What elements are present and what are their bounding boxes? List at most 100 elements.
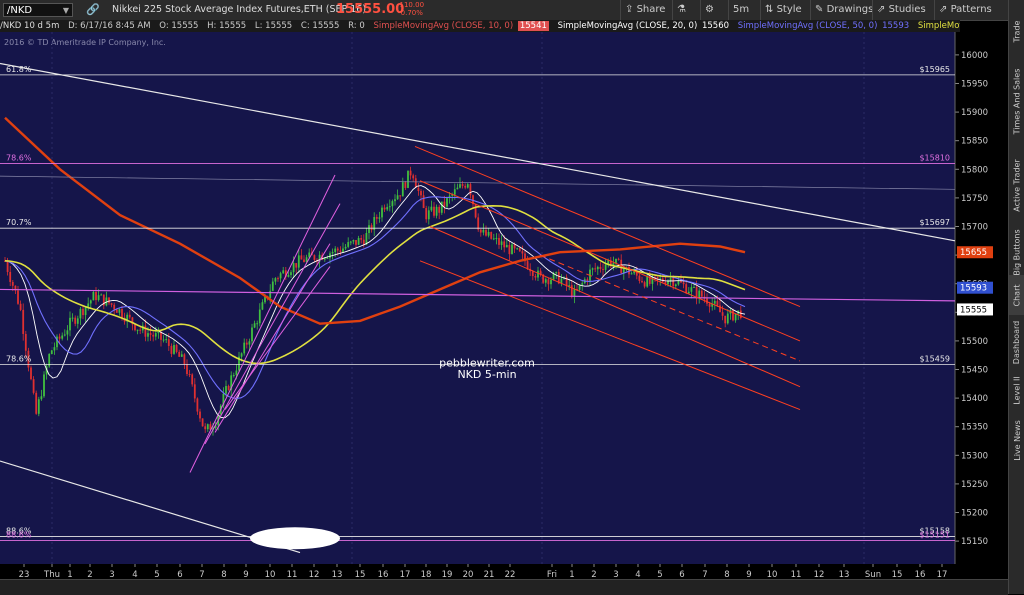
candle-body: [581, 283, 584, 285]
candle-body: [685, 284, 688, 294]
sidebar-tab-trade[interactable]: Trade: [1009, 0, 1024, 62]
bar-date: D: 6/17/16 8:45 AM: [68, 21, 151, 31]
candle-body: [108, 297, 110, 304]
sidebar: Trade Times And Sales Active Trader Big But…: [1008, 0, 1024, 594]
candle-body: [162, 339, 165, 341]
close-value: C: 15555: [300, 21, 340, 31]
share-button[interactable]: ⇪ Share: [620, 0, 669, 20]
candle-body: [342, 248, 344, 253]
candle-body: [292, 263, 295, 273]
candle-body: [269, 290, 272, 299]
candle-body: [383, 207, 386, 210]
candle-body: [375, 217, 378, 219]
candle-body: [453, 189, 456, 195]
candle-body: [352, 240, 355, 242]
candle-body: [544, 279, 547, 283]
link-icon[interactable]: 🔗: [86, 3, 100, 16]
interval-button[interactable]: 5m: [728, 0, 753, 20]
candle-body: [261, 302, 264, 310]
candle-body: [443, 201, 446, 207]
flask-icon[interactable]: ⚗: [672, 0, 690, 20]
candle-body: [724, 315, 727, 324]
candle-body: [477, 217, 480, 230]
candle-body: [277, 278, 279, 280]
sma50-value: 15593: [882, 21, 910, 31]
candle-body: [394, 199, 396, 202]
candle-body: [396, 195, 399, 200]
candle-body: [511, 244, 513, 255]
change-value: -110.00: [397, 1, 425, 9]
candle-body: [256, 323, 259, 325]
candle-body: [71, 317, 74, 319]
y-tick-label: 15150: [961, 537, 988, 547]
patterns-button[interactable]: ⇗ Patterns: [934, 0, 996, 20]
sidebar-tab-chart[interactable]: Chart: [1009, 275, 1024, 315]
candle-body: [485, 229, 487, 236]
x-tick-label: 3: [109, 570, 114, 579]
x-tick-label: 20: [463, 570, 474, 579]
symbol-selector[interactable]: /NKD ▼: [3, 3, 73, 17]
x-tick-label: 17: [400, 570, 411, 579]
sidebar-tab-dashboard[interactable]: Dashboard: [1009, 315, 1024, 370]
price-badge-value: 15593: [960, 284, 987, 294]
fib-level-label: 88.6%: [6, 531, 32, 540]
candle-body: [492, 238, 495, 240]
candle-body: [139, 329, 142, 331]
fib-price-label: $15459: [919, 354, 950, 363]
candle-body: [604, 264, 607, 270]
sidebar-tab-level-ii[interactable]: Level II: [1009, 370, 1024, 410]
fib-price-label: $15810: [919, 154, 950, 163]
candle-body: [381, 207, 383, 218]
candle-body: [339, 250, 342, 253]
x-tick-label: 4: [132, 570, 137, 579]
sidebar-tab-label: Trade: [1012, 20, 1022, 42]
x-tick-label: 15: [892, 570, 903, 579]
drawings-button[interactable]: ✎ Drawings: [810, 0, 877, 20]
bottom-scrollbar[interactable]: [0, 579, 1008, 595]
x-tick-label: 15: [355, 570, 366, 579]
sidebar-tab-active-trader[interactable]: Active Trader: [1009, 140, 1024, 230]
candle-body: [235, 370, 238, 376]
candle-body: [253, 323, 256, 328]
candle-body: [271, 281, 274, 291]
candle-body: [118, 309, 121, 313]
x-tick-label: 17: [937, 570, 948, 579]
fib-price-label: $15151: [919, 531, 950, 540]
candle-body: [713, 300, 716, 304]
style-button[interactable]: ⇅ Style: [760, 0, 806, 20]
candle-body: [30, 367, 32, 380]
candle-body: [121, 309, 123, 318]
candle-body: [290, 272, 292, 276]
candle-body: [87, 303, 90, 307]
y-tick-label: 15300: [961, 451, 988, 461]
candle-body: [573, 289, 576, 297]
sidebar-tab-live-news[interactable]: Live News: [1009, 410, 1024, 470]
gear-icon[interactable]: ⚙: [700, 0, 718, 20]
annotation-subtitle: NKD 5-min: [457, 368, 516, 381]
x-axis-band: [0, 564, 955, 579]
candle-body: [167, 339, 170, 346]
sidebar-tab-big-buttons[interactable]: Big Buttons: [1009, 229, 1024, 275]
candle-body: [349, 241, 352, 243]
candle-body: [347, 242, 350, 247]
candle-body: [128, 314, 131, 318]
candle-body: [53, 347, 56, 351]
candle-body: [412, 175, 415, 179]
x-tick-label: 5: [657, 570, 662, 579]
candle-body: [734, 313, 737, 321]
candle-body: [370, 225, 373, 231]
x-tick-label: 1: [67, 570, 72, 579]
sidebar-tab-label: Level II: [1012, 375, 1022, 405]
low-value: L: 15555: [254, 21, 293, 31]
x-tick-label: 11: [287, 570, 298, 579]
candle-body: [672, 278, 675, 287]
studies-button[interactable]: ⇗ Studies: [872, 0, 930, 20]
candle-body: [9, 271, 12, 282]
x-tick-label: 12: [309, 570, 320, 579]
open-value: O: 15555: [159, 21, 199, 31]
candle-body: [669, 278, 672, 281]
candle-body: [739, 310, 742, 319]
sidebar-tab-times-and-sales[interactable]: Times And Sales: [1009, 62, 1024, 140]
candle-body: [526, 261, 529, 269]
price-chart[interactable]: 2016 © TD Ameritrade IP Company, Inc. 160…: [0, 32, 1008, 579]
